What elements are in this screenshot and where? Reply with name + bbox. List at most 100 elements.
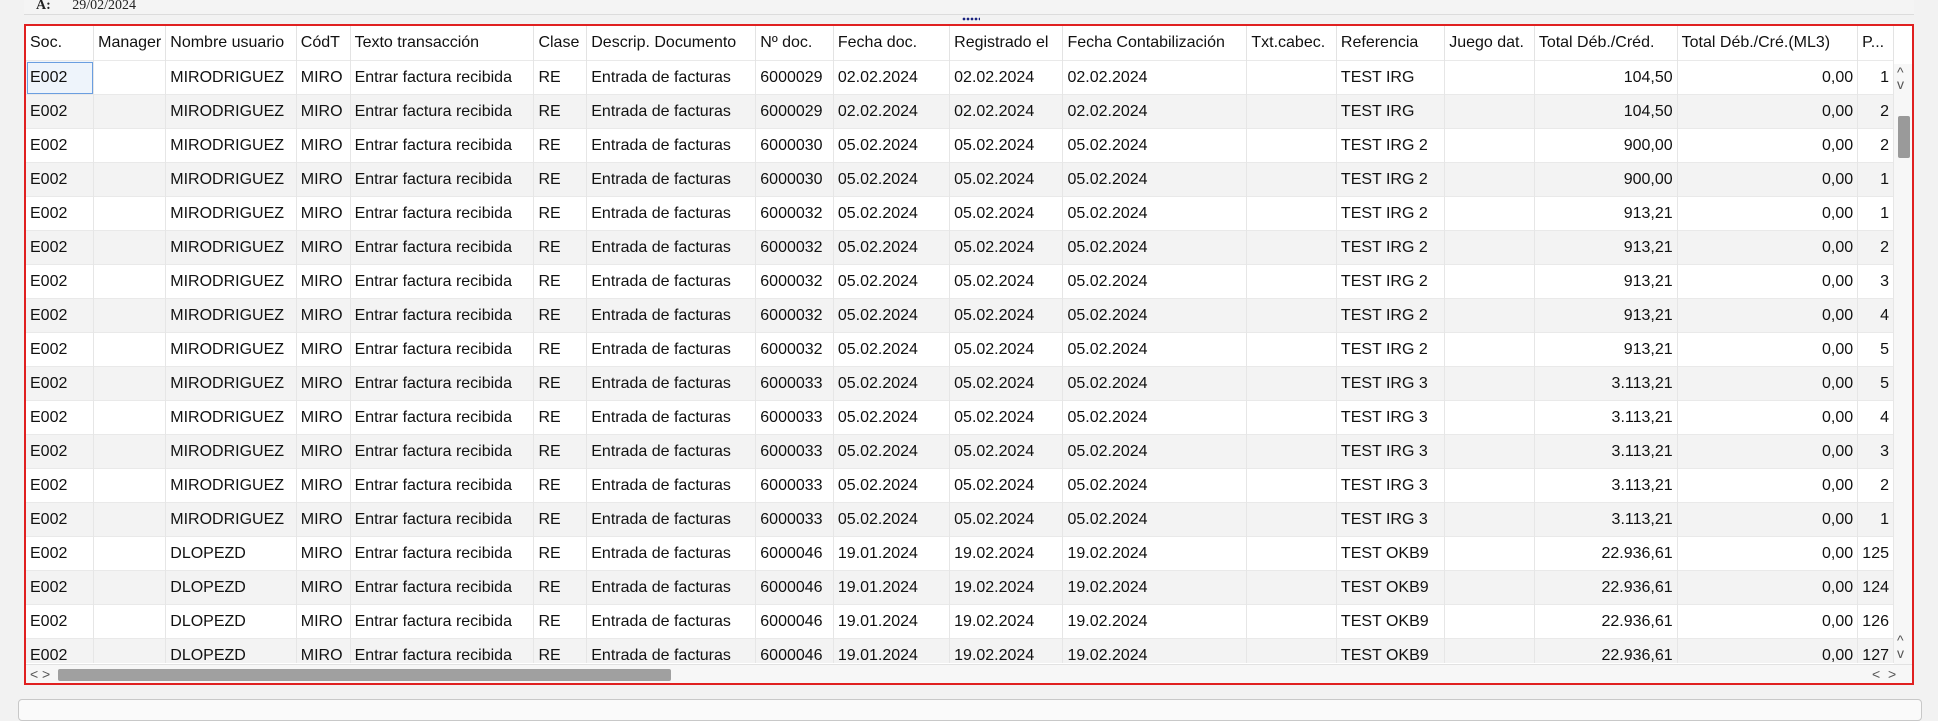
cell-fcont[interactable]: 05.02.2024 xyxy=(1062,468,1248,503)
cell-ref[interactable]: TEST OKB9 xyxy=(1336,570,1446,605)
cell-ndoc[interactable]: 6000033 xyxy=(755,366,834,401)
cell-fdoc[interactable]: 05.02.2024 xyxy=(833,196,951,231)
cell-soc[interactable]: E002 xyxy=(26,366,95,401)
column-header-p[interactable]: P... xyxy=(1857,26,1894,61)
cell-txtcab[interactable] xyxy=(1246,196,1337,231)
cell-total[interactable]: 913,21 xyxy=(1534,264,1678,299)
cell-p[interactable]: 125 xyxy=(1857,536,1894,571)
cell-total[interactable]: 900,00 xyxy=(1534,162,1678,197)
cell-ndoc[interactable]: 6000029 xyxy=(755,60,834,95)
cell-fdoc[interactable]: 05.02.2024 xyxy=(833,434,951,469)
column-header-clase[interactable]: Clase xyxy=(533,26,588,61)
cell-text[interactable]: Entrar factura recibida xyxy=(350,298,535,333)
cell-ndoc[interactable]: 6000033 xyxy=(755,434,834,469)
cell-txtcab[interactable] xyxy=(1246,332,1337,367)
cell-ref[interactable]: TEST IRG 2 xyxy=(1336,264,1446,299)
cell-txtcab[interactable] xyxy=(1246,570,1337,605)
cell-codt[interactable]: MIRO xyxy=(296,468,351,503)
cell-manager[interactable] xyxy=(93,196,167,231)
cell-fdoc[interactable]: 19.01.2024 xyxy=(833,638,951,663)
cell-ref[interactable]: TEST OKB9 xyxy=(1336,536,1446,571)
cell-user[interactable]: DLOPEZD xyxy=(165,604,297,639)
cell-clase[interactable]: RE xyxy=(533,60,588,95)
cell-descrip[interactable]: Entrada de facturas xyxy=(586,638,757,663)
cell-ndoc[interactable]: 6000046 xyxy=(755,604,834,639)
cell-juego[interactable] xyxy=(1444,332,1535,367)
cell-soc[interactable]: E002 xyxy=(26,94,95,129)
cell-descrip[interactable]: Entrada de facturas xyxy=(586,60,757,95)
cell-p[interactable]: 127 xyxy=(1857,638,1894,663)
column-header-txtcab[interactable]: Txt.cabec. xyxy=(1246,26,1337,61)
cell-fcont[interactable]: 02.02.2024 xyxy=(1062,94,1248,129)
cell-p[interactable]: 3 xyxy=(1857,434,1894,469)
cell-totalml3[interactable]: 0,00 xyxy=(1677,264,1859,299)
cell-total[interactable]: 104,50 xyxy=(1534,60,1678,95)
cell-juego[interactable] xyxy=(1444,502,1535,537)
cell-clase[interactable]: RE xyxy=(533,230,588,265)
cell-codt[interactable]: MIRO xyxy=(296,230,351,265)
cell-totalml3[interactable]: 0,00 xyxy=(1677,162,1859,197)
cell-user[interactable]: MIRODRIGUEZ xyxy=(165,230,297,265)
cell-manager[interactable] xyxy=(93,502,167,537)
cell-ndoc[interactable]: 6000029 xyxy=(755,94,834,129)
cell-fdoc[interactable]: 05.02.2024 xyxy=(833,162,951,197)
cell-soc[interactable]: E002 xyxy=(26,128,95,163)
cell-fcont[interactable]: 19.02.2024 xyxy=(1062,570,1248,605)
cell-totalml3[interactable]: 0,00 xyxy=(1677,366,1859,401)
cell-clase[interactable]: RE xyxy=(533,332,588,367)
cell-total[interactable]: 22.936,61 xyxy=(1534,570,1678,605)
cell-descrip[interactable]: Entrada de facturas xyxy=(586,400,757,435)
cell-fcont[interactable]: 05.02.2024 xyxy=(1062,400,1248,435)
cell-total[interactable]: 3.113,21 xyxy=(1534,434,1678,469)
cell-totalml3[interactable]: 0,00 xyxy=(1677,434,1859,469)
chevron-right-icon[interactable]: > xyxy=(42,666,50,682)
cell-reg[interactable]: 05.02.2024 xyxy=(949,400,1064,435)
cell-fdoc[interactable]: 05.02.2024 xyxy=(833,298,951,333)
cell-clase[interactable]: RE xyxy=(533,536,588,571)
cell-reg[interactable]: 02.02.2024 xyxy=(949,60,1064,95)
cell-ref[interactable]: TEST IRG 3 xyxy=(1336,434,1446,469)
horizontal-scrollbar[interactable]: < > < > xyxy=(26,664,1912,683)
cell-totalml3[interactable]: 0,00 xyxy=(1677,604,1859,639)
cell-manager[interactable] xyxy=(93,60,167,95)
cell-text[interactable]: Entrar factura recibida xyxy=(350,60,535,95)
cell-ndoc[interactable]: 6000033 xyxy=(755,502,834,537)
cell-fdoc[interactable]: 05.02.2024 xyxy=(833,128,951,163)
cell-fdoc[interactable]: 02.02.2024 xyxy=(833,94,951,129)
cell-reg[interactable]: 05.02.2024 xyxy=(949,366,1064,401)
cell-user[interactable]: MIRODRIGUEZ xyxy=(165,400,297,435)
cell-clase[interactable]: RE xyxy=(533,502,588,537)
cell-txtcab[interactable] xyxy=(1246,536,1337,571)
cell-text[interactable]: Entrar factura recibida xyxy=(350,332,535,367)
cell-p[interactable]: 1 xyxy=(1857,196,1894,231)
cell-p[interactable]: 3 xyxy=(1857,264,1894,299)
cell-totalml3[interactable]: 0,00 xyxy=(1677,230,1859,265)
cell-user[interactable]: MIRODRIGUEZ xyxy=(165,162,297,197)
cell-juego[interactable] xyxy=(1444,94,1535,129)
cell-fdoc[interactable]: 19.01.2024 xyxy=(833,604,951,639)
cell-totalml3[interactable]: 0,00 xyxy=(1677,570,1859,605)
cell-juego[interactable] xyxy=(1444,196,1535,231)
cell-fcont[interactable]: 05.02.2024 xyxy=(1062,366,1248,401)
cell-reg[interactable]: 02.02.2024 xyxy=(949,94,1064,129)
cell-text[interactable]: Entrar factura recibida xyxy=(350,400,535,435)
cell-manager[interactable] xyxy=(93,434,167,469)
cell-codt[interactable]: MIRO xyxy=(296,536,351,571)
cell-soc[interactable]: E002 xyxy=(26,570,95,605)
cell-ref[interactable]: TEST IRG 3 xyxy=(1336,366,1446,401)
table-row[interactable]: E002 MIRODRIGUEZ MIRO Entrar factura recibi… xyxy=(26,366,1894,401)
cell-soc[interactable]: E002 xyxy=(26,604,95,639)
cell-fcont[interactable]: 05.02.2024 xyxy=(1062,196,1248,231)
cell-fdoc[interactable]: 05.02.2024 xyxy=(833,332,951,367)
cell-juego[interactable] xyxy=(1444,366,1535,401)
table-row[interactable]: E002 MIRODRIGUEZ MIRO Entrar factura recibi… xyxy=(26,400,1894,435)
cell-ndoc[interactable]: 6000032 xyxy=(755,264,834,299)
cell-txtcab[interactable] xyxy=(1246,366,1337,401)
chevron-right-icon[interactable]: > xyxy=(1888,666,1896,682)
cell-descrip[interactable]: Entrada de facturas xyxy=(586,604,757,639)
cell-text[interactable]: Entrar factura recibida xyxy=(350,434,535,469)
cell-soc[interactable]: E002 xyxy=(26,298,95,333)
cell-p[interactable]: 1 xyxy=(1857,60,1894,95)
cell-descrip[interactable]: Entrada de facturas xyxy=(586,128,757,163)
cell-user[interactable]: MIRODRIGUEZ xyxy=(165,128,297,163)
